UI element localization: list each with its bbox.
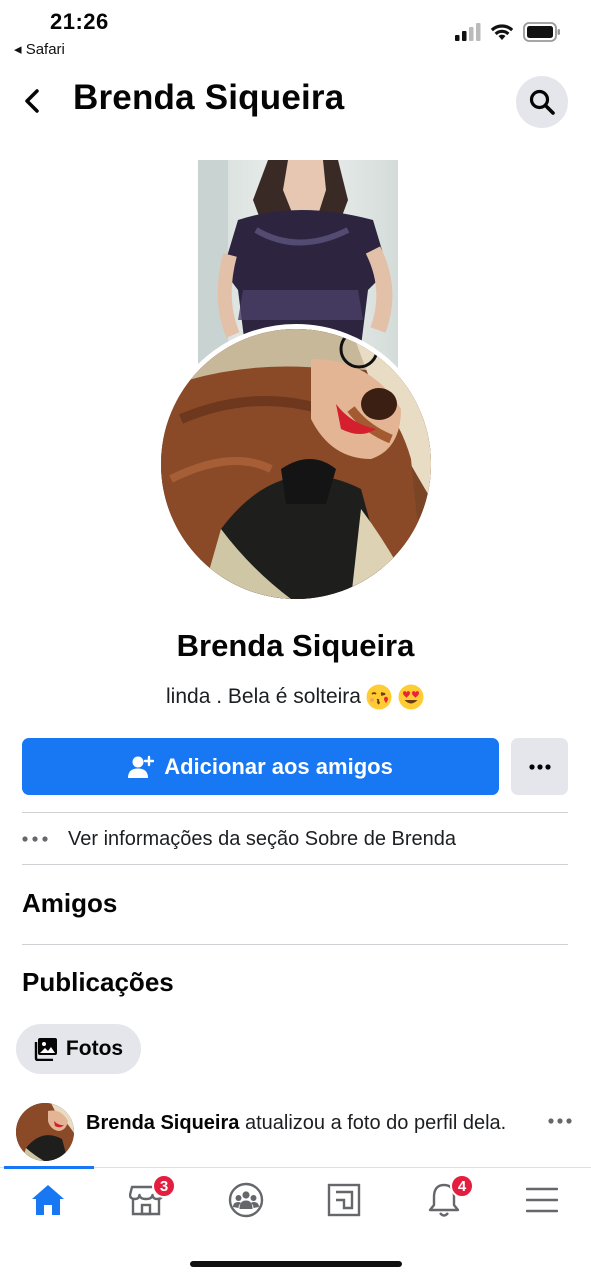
- post-author-avatar[interactable]: [16, 1103, 74, 1161]
- status-bar: 21:26 ◂ Safari: [0, 0, 591, 64]
- cellular-signal-icon: [455, 23, 481, 41]
- profile-name: Brenda Siqueira: [176, 628, 415, 663]
- search-button[interactable]: [516, 76, 568, 128]
- status-time: 21:26: [50, 9, 109, 34]
- wifi-icon: [490, 24, 514, 40]
- post-avatar-image: [16, 1103, 74, 1161]
- bio-text: linda . Bela é solteira: [166, 685, 361, 708]
- status-icons: [455, 22, 561, 42]
- gaming-icon: [327, 1183, 361, 1217]
- face-blowing-kiss-emoji: [366, 684, 392, 710]
- profile-avatar[interactable]: [156, 324, 436, 604]
- divider: [22, 864, 568, 865]
- about-info-label: Ver informações da seção Sobre de Brenda: [68, 827, 457, 850]
- smiling-face-with-heart-eyes-emoji: [398, 684, 424, 710]
- posts-section-title: Publicações: [22, 967, 174, 997]
- tab-notifications[interactable]: 4: [414, 1174, 474, 1222]
- tab-marketplace[interactable]: 3: [116, 1174, 176, 1222]
- groups-icon: [228, 1182, 264, 1218]
- active-tab-indicator: [4, 1166, 94, 1169]
- post-header: Brenda Siqueira atualizou a foto do perf…: [16, 1103, 576, 1167]
- more-dots-icon: [22, 836, 68, 842]
- photos-chip[interactable]: Fotos: [16, 1024, 141, 1074]
- more-horizontal-icon: [528, 763, 551, 770]
- home-indicator[interactable]: [190, 1261, 402, 1267]
- divider: [22, 944, 568, 945]
- add-friend-button[interactable]: Adicionar aos amigos: [22, 738, 499, 795]
- notifications-badge: 4: [450, 1174, 474, 1198]
- back-to-safari-link[interactable]: ◂ Safari: [14, 40, 65, 58]
- tab-home[interactable]: [18, 1178, 78, 1222]
- home-icon: [32, 1185, 64, 1215]
- post-author-name[interactable]: Brenda Siqueira: [86, 1112, 239, 1134]
- menu-icon: [526, 1187, 558, 1213]
- photos-icon: [34, 1038, 57, 1061]
- tab-gaming[interactable]: [314, 1178, 374, 1222]
- divider: [22, 812, 568, 813]
- photos-chip-label: Fotos: [65, 1037, 124, 1060]
- more-horizontal-icon: [548, 1118, 572, 1124]
- tab-menu[interactable]: [512, 1178, 572, 1222]
- post-action-text: atualizou a foto do perfil dela.: [239, 1112, 507, 1134]
- about-info-row[interactable]: Ver informações da seção Sobre de Brenda: [22, 816, 568, 862]
- battery-icon: [523, 22, 560, 42]
- more-options-button[interactable]: [511, 738, 568, 795]
- post-header-text: Brenda Siqueira atualizou a foto do perf…: [86, 1109, 516, 1138]
- back-button[interactable]: [14, 78, 50, 124]
- friends-section-title[interactable]: Amigos: [22, 888, 117, 919]
- chevron-left-icon: [25, 89, 39, 113]
- marketplace-badge: 3: [152, 1174, 176, 1198]
- add-friend-icon: [128, 755, 155, 778]
- search-icon: [529, 89, 555, 115]
- post-options-button[interactable]: [548, 1111, 572, 1129]
- page-title: Brenda Siqueira: [73, 78, 345, 117]
- navigation-bar: Brenda Siqueira: [0, 70, 591, 132]
- add-friend-label: Adicionar aos amigos: [164, 753, 393, 779]
- profile-picture-image: [161, 329, 431, 599]
- profile-bio: linda . Bela é solteira: [0, 683, 591, 711]
- tab-groups[interactable]: [216, 1178, 276, 1222]
